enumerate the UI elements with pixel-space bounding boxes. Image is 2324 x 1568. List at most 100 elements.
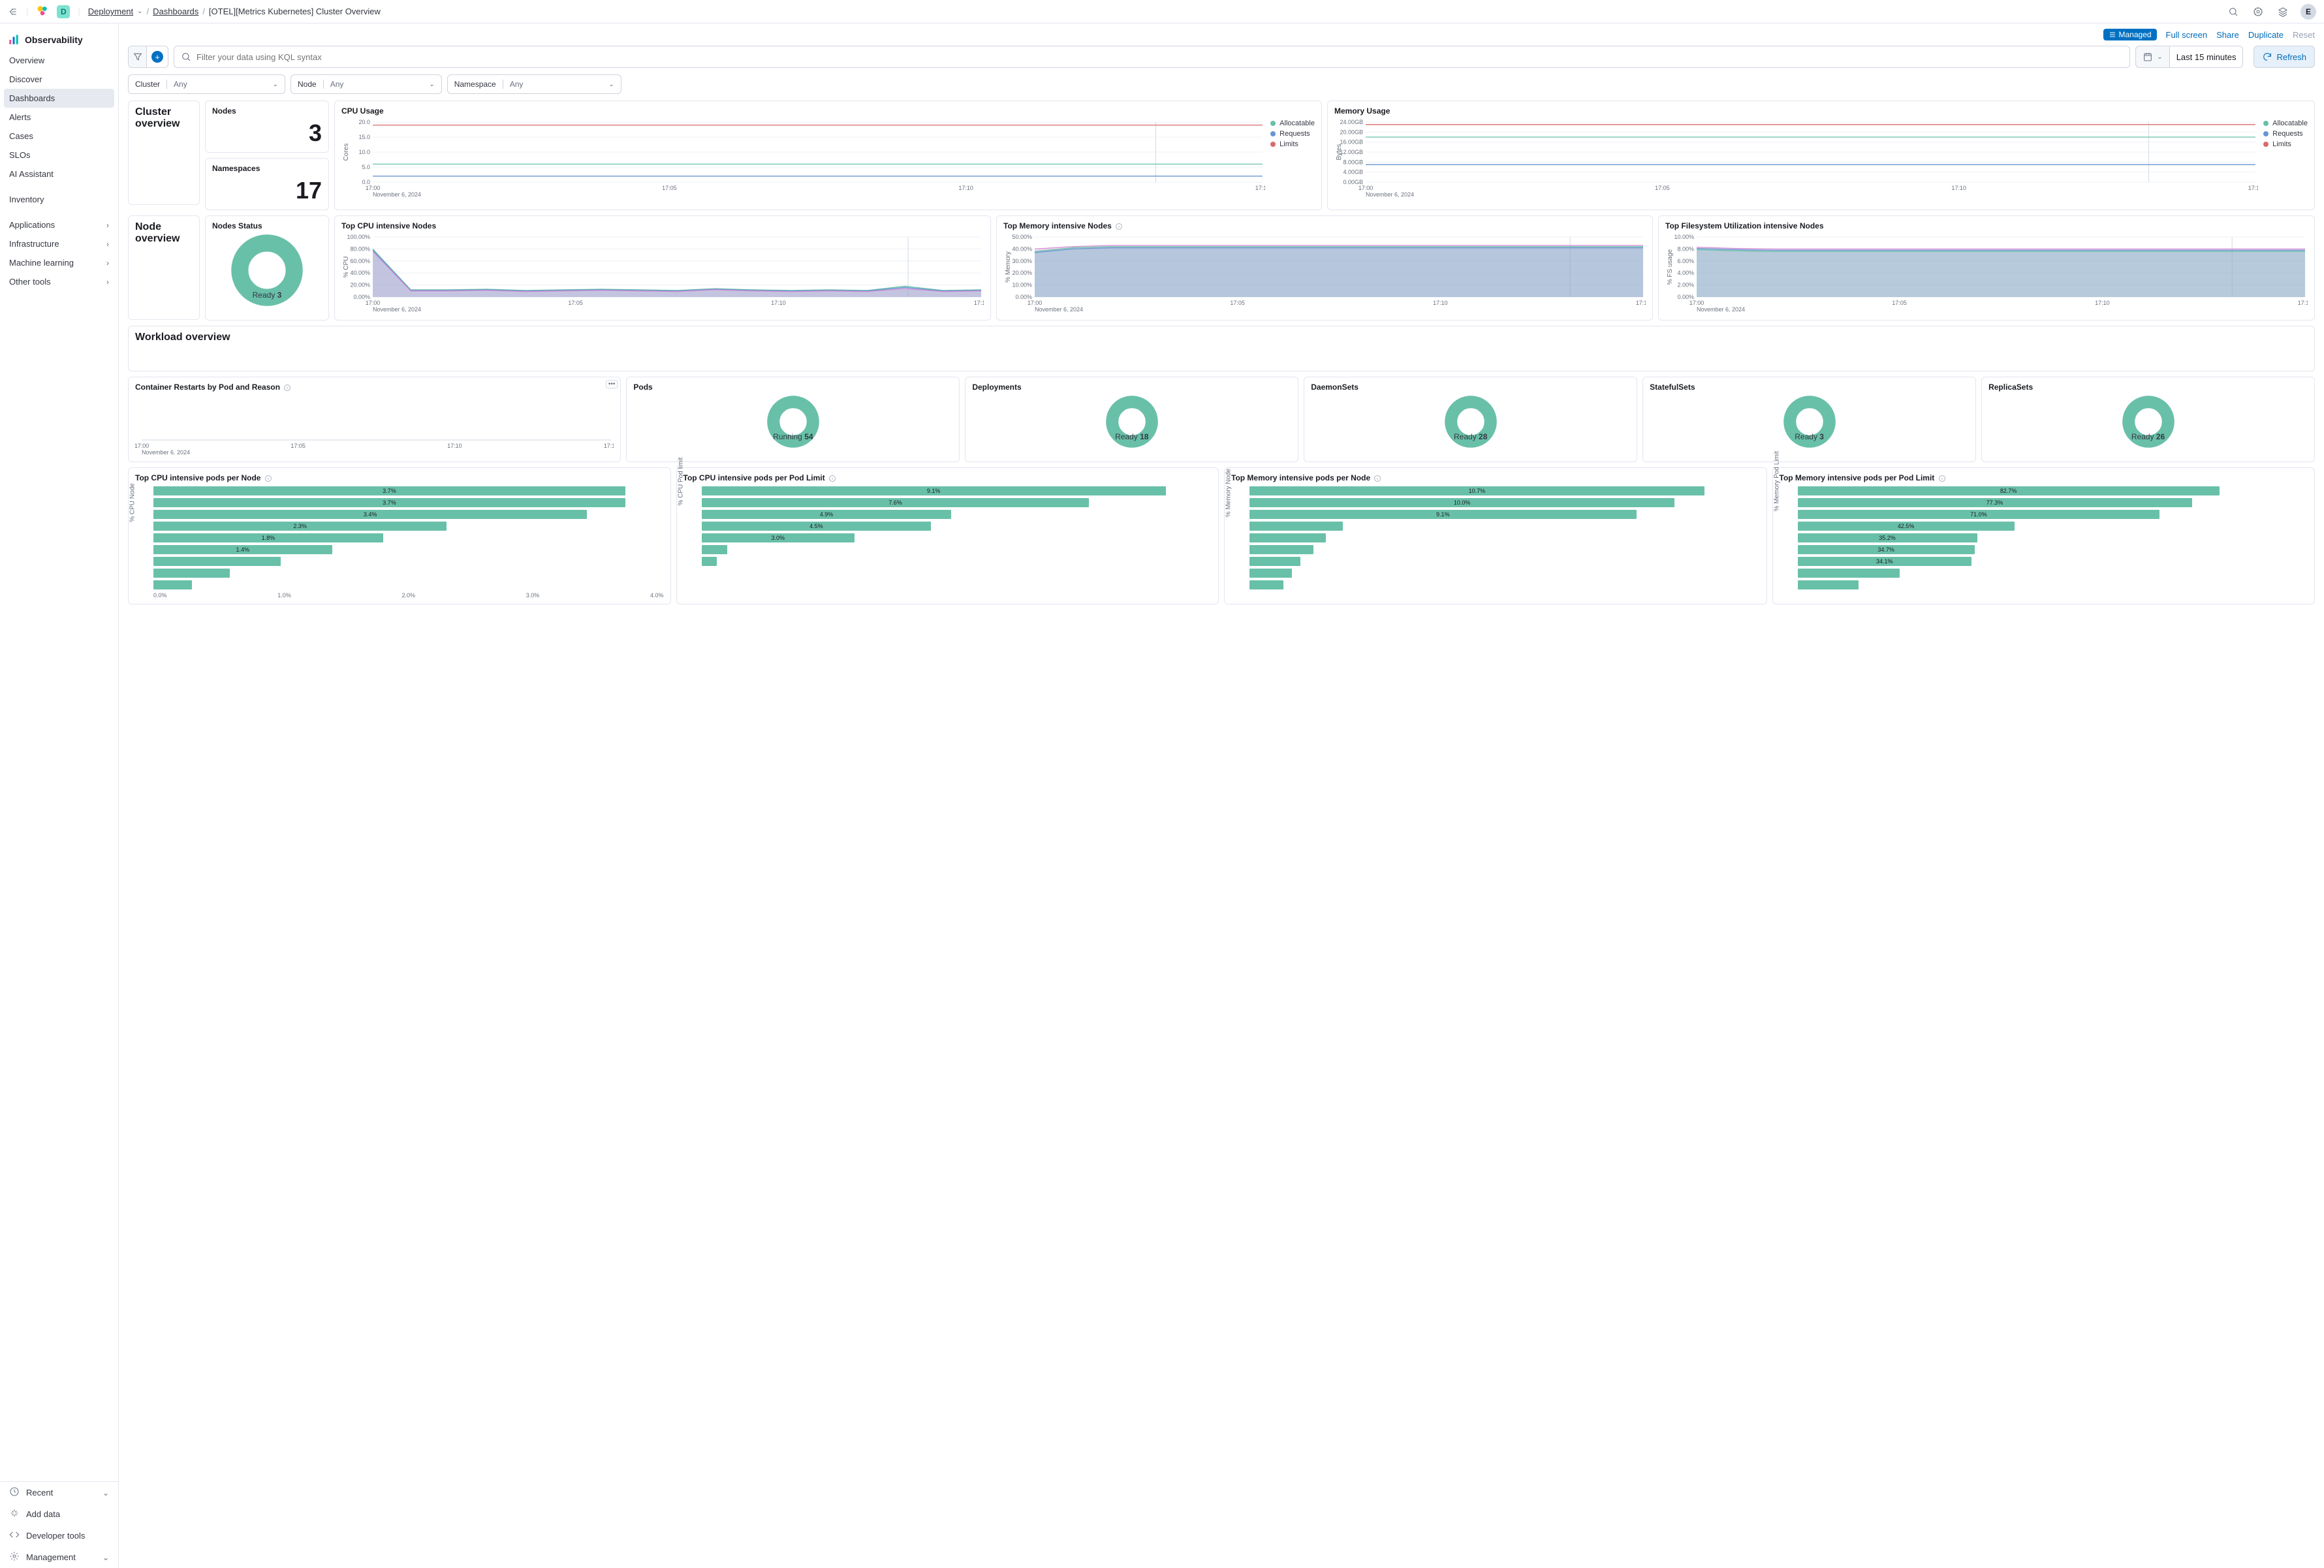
svg-text:17:00: 17:00: [366, 185, 381, 191]
duplicate-link[interactable]: Duplicate: [2248, 30, 2284, 40]
control-label: Node: [291, 80, 324, 89]
refresh-icon: [2262, 52, 2272, 62]
sidebar-item-cases[interactable]: Cases: [0, 127, 118, 146]
filter-icon[interactable]: [129, 46, 147, 67]
sidebar-footer-recent[interactable]: Recent⌄: [0, 1482, 118, 1503]
svg-text:% Memory: % Memory: [1005, 251, 1012, 283]
panel-title: Cluster overview: [135, 106, 193, 130]
space-badge[interactable]: D: [57, 5, 70, 18]
chevron-down-icon: ⌄: [137, 8, 142, 15]
axis-label: % Memory Pod Limit: [1773, 451, 1780, 511]
bar: [702, 557, 717, 566]
integrations-icon[interactable]: [2276, 5, 2290, 19]
metric-value: 17: [212, 177, 322, 204]
panel-title: StatefulSets: [1650, 383, 1969, 392]
bar: [1249, 533, 1326, 542]
panel-title: Workload overview: [135, 332, 2308, 343]
top-cpu-pods-limit-chart: % CPU Pod limit9.1%7.6%4.9%4.5%3.0%: [683, 486, 1212, 566]
sidebar-item-machine-learning[interactable]: Machine learning›: [0, 253, 118, 272]
breadcrumb-current: [OTEL][Metrics Kubernetes] Cluster Overv…: [209, 7, 381, 16]
nav-collapse-icon[interactable]: [8, 7, 18, 17]
legend-item: Limits: [1270, 140, 1315, 148]
gear-icon: [9, 1551, 20, 1563]
sidebar-item-infrastructure[interactable]: Infrastructure›: [0, 234, 118, 253]
chevron-down-icon: ⌄: [273, 81, 278, 88]
kql-search-input[interactable]: [174, 46, 2130, 68]
bar: 10.0%: [1249, 498, 1674, 507]
kql-input-field[interactable]: [196, 52, 2123, 62]
sidebar-item-ai-assistant[interactable]: AI Assistant: [0, 165, 118, 183]
bar: 3.7%: [153, 498, 625, 507]
user-avatar[interactable]: E: [2300, 4, 2316, 20]
chevron-down-icon: ⌄: [429, 81, 434, 88]
chevron-right-icon: ›: [106, 259, 109, 268]
sidebar-footer-management[interactable]: Management⌄: [0, 1546, 118, 1568]
controls-row: ClusterAny⌄NodeAny⌄NamespaceAny⌄: [119, 74, 2324, 101]
sidebar-item-inventory[interactable]: Inventory: [0, 190, 118, 209]
info-icon[interactable]: [283, 384, 291, 392]
search-icon[interactable]: [2226, 5, 2240, 19]
chevron-right-icon: ›: [106, 240, 109, 249]
bar: 34.7%: [1798, 545, 1975, 554]
cluster-overview-panel: Cluster overview: [128, 101, 200, 205]
calendar-icon: [2143, 52, 2153, 62]
time-range-button[interactable]: Last 15 minutes: [2170, 46, 2244, 68]
sidebar-item-alerts[interactable]: Alerts: [0, 108, 118, 127]
share-link[interactable]: Share: [2216, 30, 2239, 40]
help-icon[interactable]: [2251, 5, 2265, 19]
donut-label: Ready 3: [1795, 432, 1824, 441]
bar: [1249, 580, 1283, 589]
breadcrumb-deployment[interactable]: Deployment: [88, 7, 133, 16]
svg-text:17:10: 17:10: [958, 185, 973, 191]
cpu-usage-panel: CPU Usage 0.05.010.015.020.017:0017:0517…: [334, 101, 1322, 210]
sidebar-item-dashboards[interactable]: Dashboards: [4, 89, 114, 108]
control-namespace[interactable]: NamespaceAny⌄: [447, 74, 621, 94]
sidebar-footer-add-data[interactable]: Add data: [0, 1503, 118, 1525]
sidebar-item-discover[interactable]: Discover: [0, 70, 118, 89]
nodes-metric-panel: Nodes 3: [205, 101, 329, 153]
info-icon[interactable]: [1374, 475, 1381, 482]
top-fs-nodes-panel: Top Filesystem Utilization intensive Nod…: [1658, 215, 2315, 321]
svg-text:17:10: 17:10: [1433, 300, 1448, 306]
donut-label: Ready 3: [253, 290, 282, 300]
workload-overview-panel: Workload overview: [128, 326, 2315, 371]
bar: 7.6%: [702, 498, 1090, 507]
control-value: Any⌄: [324, 80, 441, 89]
panel-options-button[interactable]: •••: [606, 380, 618, 388]
bar: 4.9%: [702, 510, 952, 519]
elastic-logo-icon[interactable]: [36, 4, 49, 19]
calendar-button[interactable]: ⌄: [2135, 46, 2169, 68]
legend-item: Allocatable: [2263, 119, 2308, 127]
bar: 2.3%: [153, 522, 447, 531]
sidebar-item-other-tools[interactable]: Other tools›: [0, 272, 118, 291]
bar: 3.0%: [702, 533, 855, 542]
fullscreen-link[interactable]: Full screen: [2166, 30, 2208, 40]
bar: 71.0%: [1798, 510, 2160, 519]
sidebar-item-applications[interactable]: Applications›: [0, 215, 118, 234]
bar: 1.4%: [153, 545, 332, 554]
breadcrumb-dashboards[interactable]: Dashboards: [153, 7, 198, 16]
svg-text:5.0: 5.0: [362, 164, 370, 170]
top-cpu-nodes-panel: Top CPU intensive Nodes 0.00%20.00%40.00…: [334, 215, 991, 321]
container-restarts-panel: ••• Container Restarts by Pod and Reason…: [128, 377, 621, 462]
control-node[interactable]: NodeAny⌄: [290, 74, 442, 94]
svg-text:17:15: 17:15: [974, 300, 984, 306]
chart-legend: AllocatableRequestsLimits: [2263, 119, 2308, 198]
sidebar-item-slos[interactable]: SLOs: [0, 146, 118, 165]
bar: 42.5%: [1798, 522, 2015, 531]
svg-text:November 6, 2024: November 6, 2024: [373, 191, 421, 198]
svg-text:Bytes: Bytes: [1336, 144, 1343, 160]
reset-link[interactable]: Reset: [2293, 30, 2315, 40]
info-icon[interactable]: [264, 475, 272, 482]
add-filter-button[interactable]: +: [151, 51, 163, 63]
refresh-button[interactable]: Refresh: [2253, 46, 2315, 68]
svg-text:17:10: 17:10: [771, 300, 786, 306]
svg-text:17:05: 17:05: [1892, 300, 1907, 306]
info-icon[interactable]: [1115, 223, 1123, 230]
sidebar-footer-developer-tools[interactable]: Developer tools: [0, 1525, 118, 1546]
svg-text:November 6, 2024: November 6, 2024: [142, 449, 190, 454]
control-cluster[interactable]: ClusterAny⌄: [128, 74, 285, 94]
info-icon[interactable]: [828, 475, 836, 482]
sidebar-item-overview[interactable]: Overview: [0, 51, 118, 70]
info-icon[interactable]: [1938, 475, 1946, 482]
